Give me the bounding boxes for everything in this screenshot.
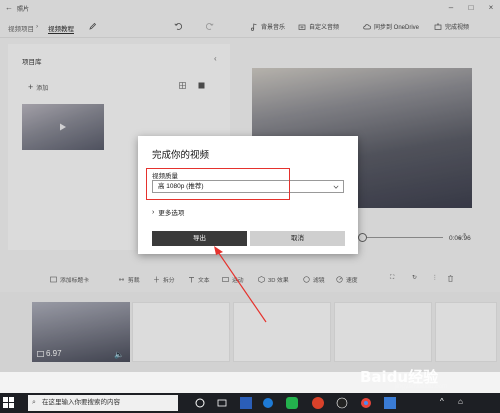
windows-start-icon[interactable] bbox=[3, 397, 14, 408]
task-view-icon[interactable] bbox=[216, 397, 228, 409]
taskbar-search-box[interactable]: ⌕ 在这里输入你要搜索的内容 bbox=[28, 395, 178, 411]
word-icon[interactable] bbox=[240, 397, 252, 409]
edge-icon[interactable] bbox=[262, 397, 274, 409]
chrome-icon[interactable] bbox=[360, 397, 372, 409]
watermark-url: jingyan.baidu.com bbox=[395, 383, 448, 390]
wechat-icon[interactable] bbox=[286, 397, 298, 409]
powerpoint-icon[interactable] bbox=[312, 397, 324, 409]
cortana-icon[interactable] bbox=[194, 397, 206, 409]
annotation-arrow bbox=[214, 246, 267, 323]
taskbar: ⌕ 在这里输入你要搜索的内容 ^ ⌂ bbox=[0, 393, 500, 413]
tray-chevron-icon[interactable]: ^ bbox=[440, 397, 452, 409]
photos-app-icon[interactable] bbox=[384, 397, 396, 409]
network-icon[interactable]: ⌂ bbox=[458, 397, 470, 409]
qq-icon[interactable] bbox=[336, 397, 348, 409]
taskbar-search-placeholder: 在这里输入你要搜索的内容 bbox=[42, 399, 120, 406]
search-icon: ⌕ bbox=[32, 399, 36, 406]
